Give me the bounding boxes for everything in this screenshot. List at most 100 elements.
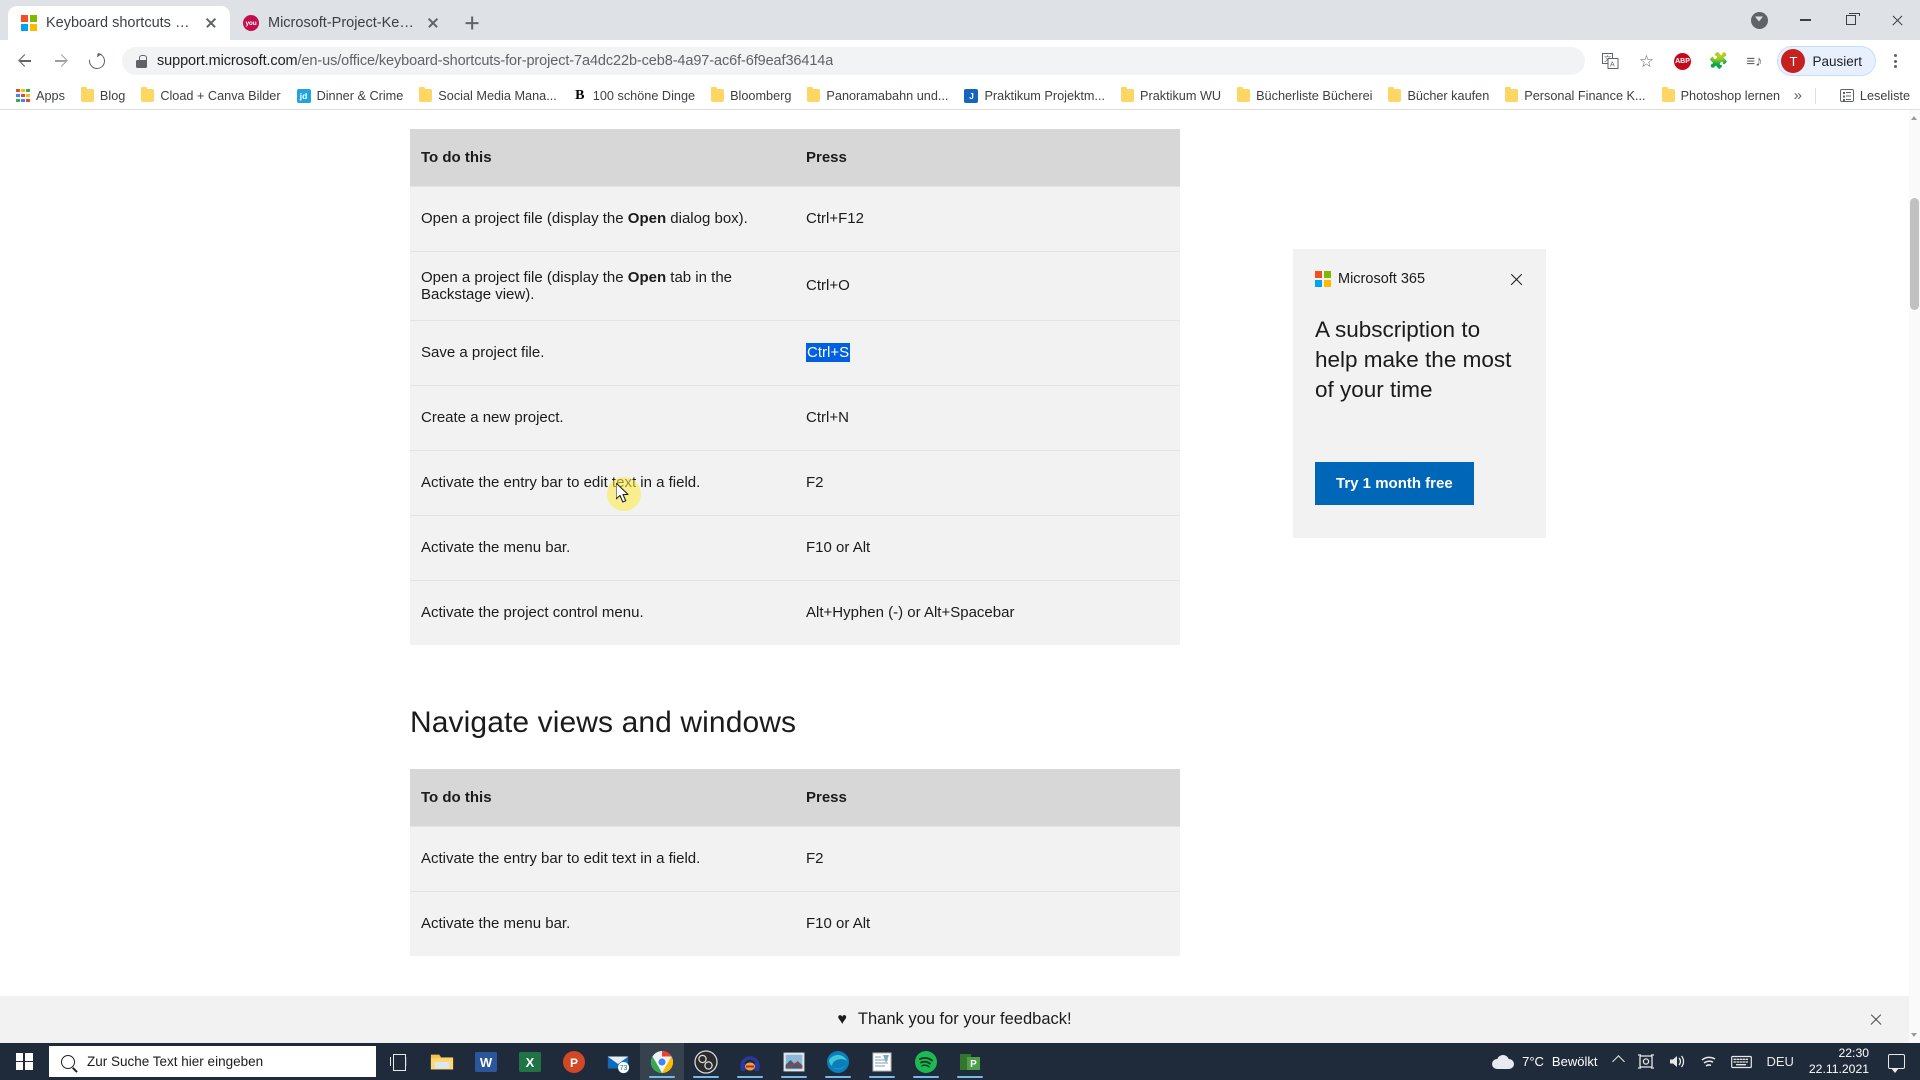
bookmark-praktikum-wu[interactable]: Praktikum WU — [1113, 86, 1229, 106]
bookmark-label: Panoramabahn und... — [826, 88, 949, 103]
taskbar-app-chrome[interactable] — [640, 1043, 684, 1080]
bookmark-praktikum-projektm[interactable]: J Praktikum Projektm... — [956, 86, 1113, 106]
forward-button[interactable] — [44, 44, 78, 78]
bookmark-blog[interactable]: Blog — [73, 86, 133, 106]
minimize-button[interactable] — [1782, 4, 1828, 36]
taskbar-app-powerpoint[interactable]: P — [552, 1043, 596, 1080]
spotify-icon — [915, 1050, 937, 1073]
translate-icon: 文 A — [1601, 53, 1619, 69]
bookmark-dinner-crime[interactable]: jd Dinner & Crime — [289, 86, 412, 106]
svg-text:X: X — [526, 1055, 535, 1070]
bookmark-buecherliste[interactable]: Bücherliste Bücherei — [1229, 86, 1380, 106]
media-controls-button[interactable]: ≡♪ — [1737, 44, 1771, 78]
tab-ms-project-video[interactable]: you Microsoft-Project-Keyboard-Sho... — [230, 6, 452, 40]
bookmark-label: Apps — [36, 88, 65, 103]
search-icon — [61, 1054, 75, 1069]
bookmark-buecher-kaufen[interactable]: Bücher kaufen — [1380, 86, 1497, 106]
bookmark-label: Praktikum Projektm... — [984, 88, 1106, 103]
back-button[interactable] — [8, 44, 42, 78]
bookmark-label: Bloomberg — [730, 88, 792, 103]
bookmark-100-schoene-dinge[interactable]: B 100 schöne Dinge — [565, 86, 703, 106]
folder-icon — [711, 87, 725, 102]
excel-icon: X — [519, 1051, 541, 1072]
reload-button[interactable] — [80, 44, 114, 78]
mail-badge-count: 73 — [620, 1064, 628, 1071]
volume-tray-icon[interactable] — [1662, 1043, 1693, 1080]
scrollbar-thumb[interactable] — [1910, 198, 1919, 310]
bookmark-bloomberg[interactable]: Bloomberg — [703, 86, 799, 106]
taskbar-app-document[interactable] — [860, 1043, 904, 1080]
bookmark-photoshop-lernen[interactable]: Photoshop lernen — [1654, 86, 1788, 106]
close-icon[interactable] — [1869, 1013, 1883, 1027]
language-indicator[interactable]: DEU — [1759, 1043, 1800, 1080]
taskbar-app-headphones[interactable] — [728, 1043, 772, 1080]
bookmark-apps[interactable]: Apps — [8, 86, 73, 106]
action-center-button[interactable] — [1881, 1043, 1912, 1080]
table-row: Open a project file (display the Open ta… — [410, 250, 1180, 320]
adblock-extension-button[interactable]: ABP — [1665, 44, 1699, 78]
arrow-left-icon — [17, 53, 33, 69]
start-button[interactable] — [0, 1043, 48, 1080]
close-icon[interactable] — [202, 14, 220, 32]
taskbar-app-file-explorer[interactable] — [420, 1043, 464, 1080]
bookmark-panoramabahn[interactable]: Panoramabahn und... — [799, 86, 956, 106]
close-window-button[interactable] — [1874, 4, 1920, 36]
close-icon[interactable] — [1509, 272, 1524, 287]
clock-widget[interactable]: 22:30 22.11.2021 — [1801, 1046, 1881, 1077]
cloud-icon — [1492, 1054, 1515, 1069]
bookmark-label: Social Media Mana... — [438, 88, 557, 103]
cell-press: Alt+Hyphen (-) or Alt+Spacebar — [795, 579, 1180, 645]
try-one-month-free-button[interactable]: Try 1 month free — [1315, 462, 1474, 505]
new-tab-button[interactable] — [458, 9, 486, 37]
ad-headline: A subscription to help make the most of … — [1315, 317, 1512, 402]
maximize-button[interactable] — [1828, 4, 1874, 36]
taskbar-search-input[interactable]: Zur Suche Text hier eingeben — [49, 1046, 376, 1077]
reading-list-icon — [1839, 89, 1854, 102]
translate-button[interactable]: 文 A — [1593, 44, 1627, 78]
bookmarks-overflow-button[interactable]: » — [1794, 87, 1802, 104]
bookmark-star-button[interactable]: ☆ — [1629, 44, 1663, 78]
bookmark-social-media[interactable]: Social Media Mana... — [411, 86, 564, 106]
taskbar-app-word[interactable]: W — [464, 1043, 508, 1080]
touch-keyboard-tray-icon[interactable] — [1724, 1043, 1759, 1080]
taskbar-app-mail[interactable]: 73 — [596, 1043, 640, 1080]
table-row: Create a new project. Ctrl+N — [410, 384, 1180, 450]
powerpoint-icon: P — [563, 1050, 585, 1073]
bookmark-personal-finance[interactable]: Personal Finance K... — [1497, 86, 1653, 106]
bookmark-label: Praktikum WU — [1140, 88, 1222, 103]
wifi-tray-icon[interactable] — [1693, 1043, 1724, 1080]
close-icon[interactable] — [424, 14, 442, 32]
chrome-menu-button[interactable] — [1878, 44, 1912, 78]
speaker-icon — [1670, 1055, 1685, 1068]
taskbar-app-photo[interactable] — [772, 1043, 816, 1080]
taskbar-app-project[interactable]: P — [948, 1043, 992, 1080]
folder-icon — [807, 87, 821, 102]
lock-icon — [136, 55, 147, 68]
task-view-button[interactable] — [376, 1043, 420, 1080]
ad-brand: Microsoft 365 — [1315, 271, 1425, 287]
extensions-button[interactable]: 🧩 — [1701, 44, 1735, 78]
page-scrollbar[interactable] — [1909, 110, 1920, 1043]
downloads-button[interactable] — [1736, 4, 1782, 36]
address-bar[interactable]: support.microsoft.com/en-us/office/keybo… — [122, 47, 1586, 75]
reading-list-button[interactable]: Leseliste — [1839, 89, 1910, 103]
tab-keyboard-shortcuts[interactable]: Keyboard shortcuts for Project — [8, 6, 230, 40]
weather-widget[interactable]: 7°C Bewölkt — [1478, 1054, 1607, 1069]
taskbar-app-obs[interactable] — [684, 1043, 728, 1080]
bookmark-cload-canva[interactable]: Cload + Canva Bilder — [133, 86, 288, 106]
task-view-icon — [389, 1054, 407, 1071]
taskbar-app-edge[interactable] — [816, 1043, 860, 1080]
cell-text: Open a project file (display the — [421, 268, 628, 286]
show-hidden-icons-button[interactable] — [1607, 1043, 1630, 1080]
taskbar-app-excel[interactable]: X — [508, 1043, 552, 1080]
taskbar-app-spotify[interactable] — [904, 1043, 948, 1080]
folder-icon — [1661, 87, 1675, 102]
onedrive-or-camera-tray-icon[interactable] — [1630, 1043, 1662, 1080]
profile-button[interactable]: T Pausiert — [1777, 46, 1876, 76]
chevron-up-icon — [1612, 1055, 1626, 1068]
bookmark-label: Blog — [99, 88, 126, 103]
cell-todo: Activate the project control menu. — [410, 579, 795, 645]
scroll-up-button[interactable] — [1909, 112, 1920, 124]
microsoft-logo-icon — [21, 15, 37, 31]
scroll-down-button[interactable] — [1909, 1029, 1920, 1041]
